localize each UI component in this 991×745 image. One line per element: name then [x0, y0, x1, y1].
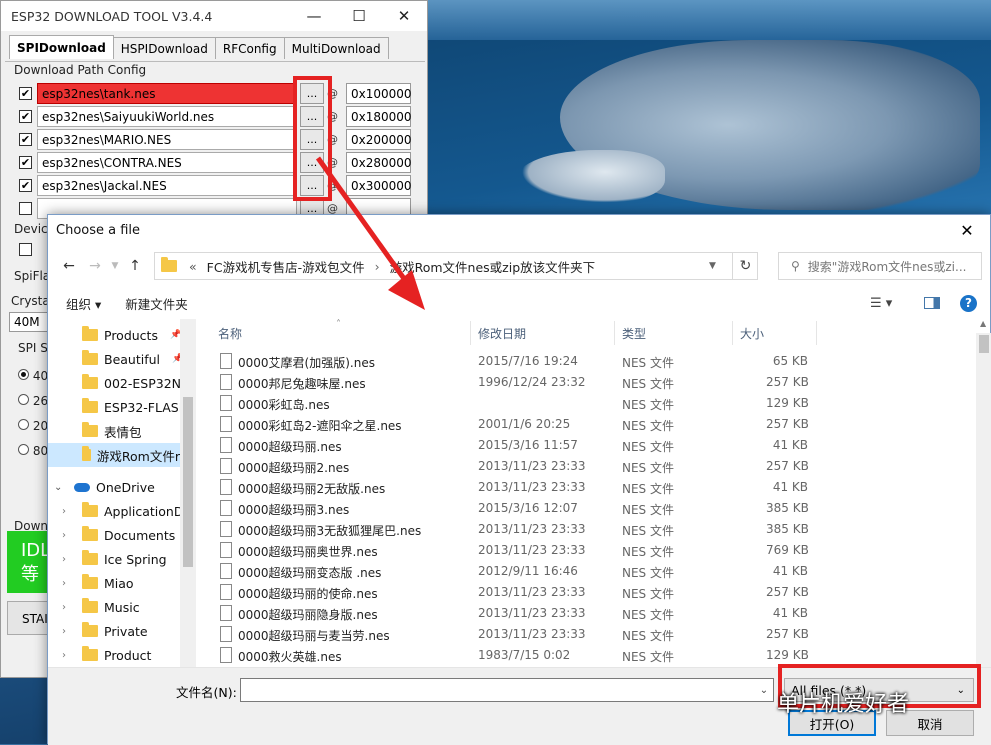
watermark-text: 单片机爱好者	[777, 692, 910, 717]
arrow-head	[388, 270, 425, 310]
arrow-shaft	[315, 156, 408, 282]
red-arrow-annotation	[315, 156, 425, 310]
